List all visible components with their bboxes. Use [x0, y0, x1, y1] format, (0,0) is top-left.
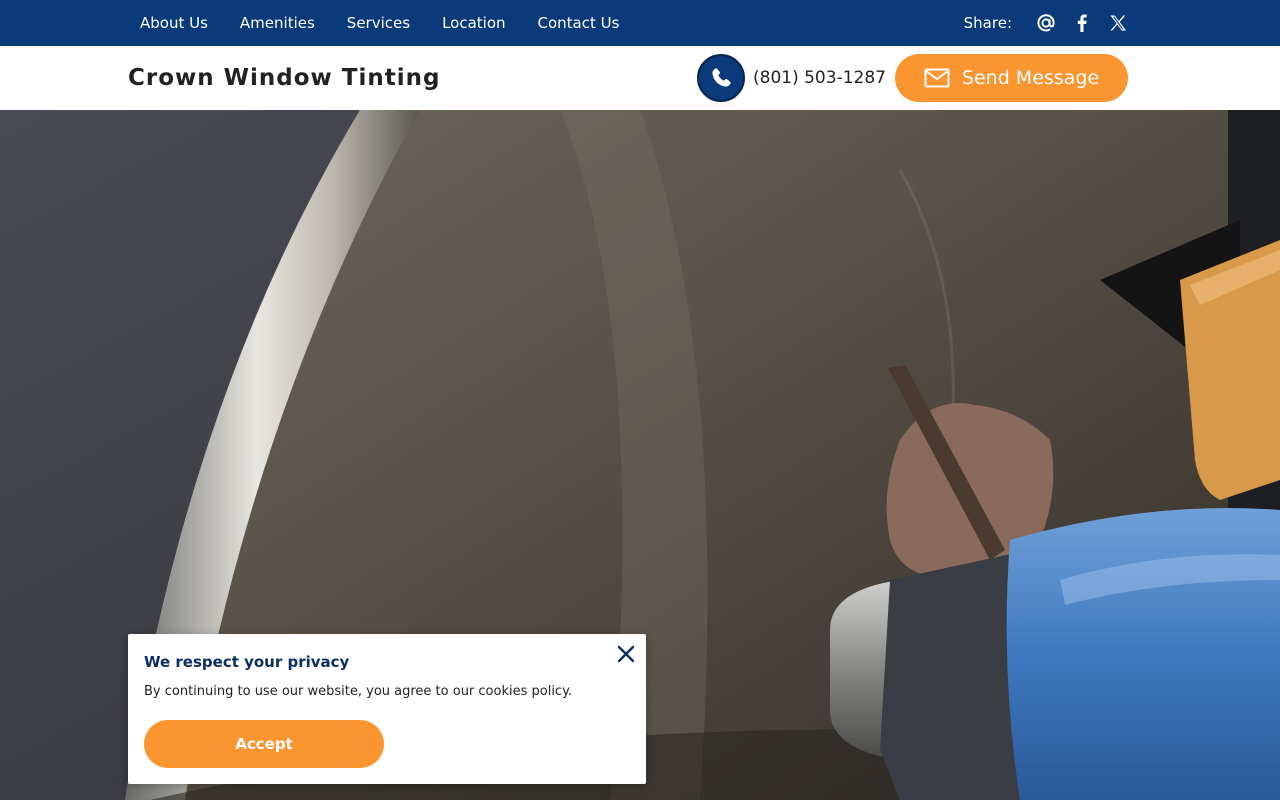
nav-location[interactable]: Location [442, 14, 505, 32]
facebook-icon[interactable] [1072, 13, 1092, 33]
site-header: Crown Window Tinting (801) 503-1287 Send… [0, 46, 1280, 110]
close-icon[interactable] [616, 644, 636, 664]
send-message-label: Send Message [961, 67, 1100, 89]
send-message-button[interactable]: Send Message [895, 54, 1128, 102]
x-icon[interactable] [1108, 13, 1128, 33]
top-navigation: About Us Amenities Services Location Con… [0, 0, 1280, 46]
nav-services[interactable]: Services [347, 14, 410, 32]
share-icons [1036, 13, 1128, 33]
privacy-title: We respect your privacy [144, 653, 350, 671]
mail-icon [924, 68, 950, 88]
share-label: Share: [963, 14, 1012, 32]
phone-number[interactable]: (801) 503-1287 [753, 68, 886, 88]
nav-about-us[interactable]: About Us [140, 14, 208, 32]
phone-contact[interactable]: (801) 503-1287 [697, 54, 886, 102]
accept-button[interactable]: Accept [144, 720, 384, 768]
nav-amenities[interactable]: Amenities [240, 14, 315, 32]
phone-icon[interactable] [697, 54, 745, 102]
nav-links: About Us Amenities Services Location Con… [140, 0, 651, 46]
brand-name[interactable]: Crown Window Tinting [128, 46, 440, 110]
at-icon[interactable] [1036, 13, 1056, 33]
nav-contact-us[interactable]: Contact Us [538, 14, 620, 32]
share-bar: Share: [964, 0, 1128, 46]
privacy-popup: We respect your privacy By continuing to… [128, 634, 646, 784]
privacy-text: By continuing to use our website, you ag… [144, 684, 573, 699]
